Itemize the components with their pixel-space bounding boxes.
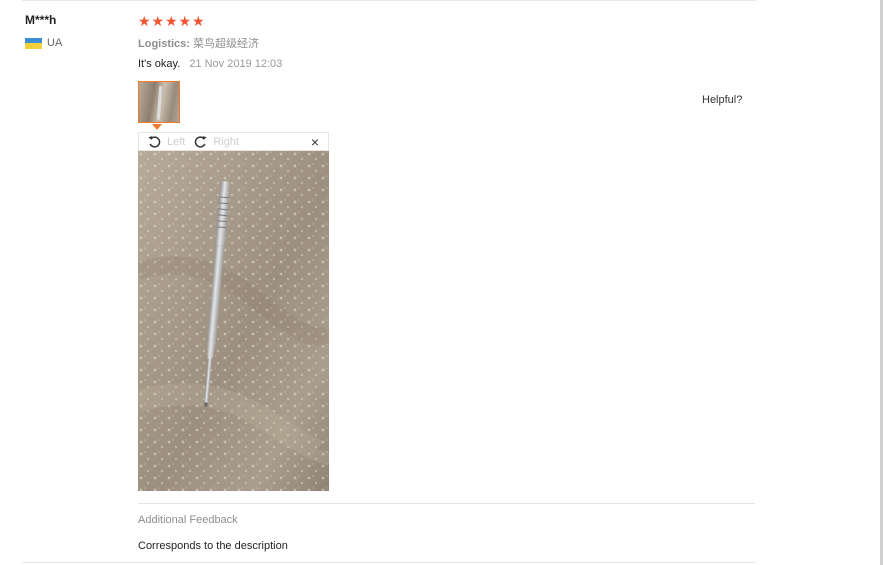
pen-photo-image — [138, 151, 329, 491]
ukraine-flag-icon — [25, 37, 42, 49]
rotate-left-button[interactable]: Left — [147, 134, 185, 149]
thumbnail-caret-icon — [152, 124, 162, 130]
logistics-info: Logistics: 菜鸟超级经济 — [138, 35, 259, 51]
country-code: UA — [47, 37, 63, 49]
top-divider — [22, 0, 756, 1]
review-text: It's okay. — [138, 58, 181, 70]
feedback-divider — [138, 503, 755, 504]
additional-feedback-title: Additional Feedback — [138, 514, 238, 526]
photo-thumbnail[interactable] — [138, 81, 180, 123]
star-icon: ★ — [165, 13, 178, 29]
review-content: It's okay. 21 Nov 2019 12:03 — [138, 58, 282, 70]
reviewer-country: UA — [25, 37, 62, 49]
additional-feedback-text: Corresponds to the description — [138, 540, 288, 552]
rotate-right-icon — [195, 136, 207, 148]
photo-viewer-toolbar: Left Right × — [138, 132, 329, 151]
bottom-divider — [22, 562, 756, 563]
review-photo — [138, 151, 329, 491]
rotate-right-label: Right — [213, 135, 240, 148]
star-icon: ★ — [138, 13, 151, 29]
star-icon: ★ — [178, 13, 192, 29]
star-icon: ★ — [192, 13, 205, 29]
reviewer-name: M***h — [25, 13, 57, 27]
star-rating: ★ ★ ★ ★ ★ — [138, 12, 206, 30]
logistics-label: Logistics: — [138, 38, 190, 50]
logistics-value: 菜鸟超级经济 — [193, 38, 260, 50]
rotate-left-label: Left — [167, 135, 186, 148]
thumbnail-pen-image — [156, 85, 163, 121]
helpful-label[interactable]: Helpful? — [702, 94, 742, 106]
star-icon: ★ — [151, 13, 165, 29]
rotate-right-button[interactable]: Right — [193, 134, 239, 149]
rotate-left-icon — [148, 136, 161, 148]
review-date: 21 Nov 2019 12:03 — [189, 58, 283, 70]
close-viewer-button[interactable]: × — [311, 134, 319, 150]
